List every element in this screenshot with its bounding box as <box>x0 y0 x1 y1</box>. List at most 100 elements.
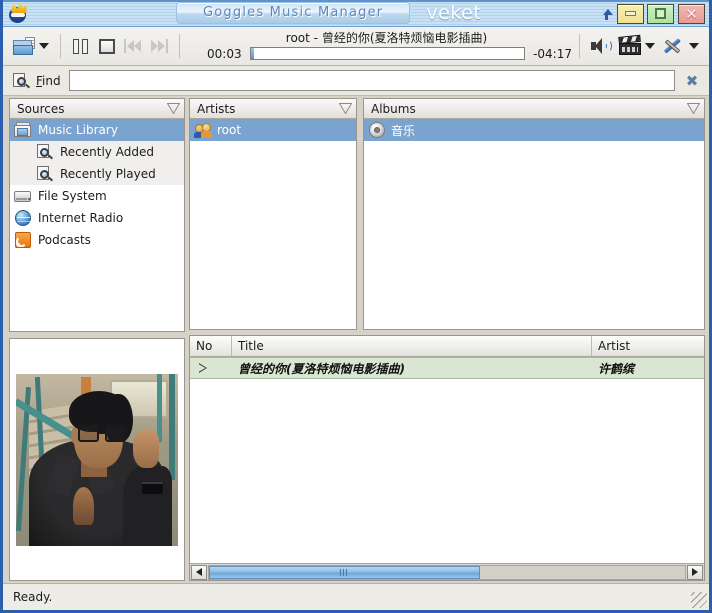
find-search-icon <box>13 72 31 89</box>
sources-header: Sources <box>10 99 184 119</box>
previous-track-button[interactable] <box>120 31 146 61</box>
sidebar-item-internet-radio[interactable]: Internet Radio <box>10 207 184 229</box>
volume-button[interactable] <box>587 31 615 61</box>
status-message: Ready. <box>13 590 53 604</box>
film-clapper-icon <box>618 34 641 55</box>
sidebar-item-music-library[interactable]: Music Library <box>10 119 184 141</box>
sources-title: Sources <box>17 101 65 116</box>
artist-people-icon <box>194 122 212 138</box>
track-artist-cell: 许鹤缤 <box>598 361 635 376</box>
pause-icon <box>73 38 89 54</box>
album-cd-icon <box>369 122 385 138</box>
shade-window-button[interactable] <box>597 4 615 24</box>
stop-icon <box>99 38 115 54</box>
sidebar-item-label: Podcasts <box>38 233 91 247</box>
speaker-volume-icon <box>591 38 612 54</box>
table-header-row: No Title Artist <box>190 336 704 357</box>
maximize-button[interactable] <box>647 3 674 24</box>
now-playing-triangle-icon <box>199 363 207 373</box>
toolbar-separator <box>60 34 61 58</box>
track-list-panel: No Title Artist 曾经的你(夏洛特烦恼电影插曲) 许鹤缤 <box>189 335 705 581</box>
sidebar-item-recently-played[interactable]: Recently Played <box>10 163 184 185</box>
file-system-icon <box>14 188 32 204</box>
albums-header: Albums <box>364 99 704 119</box>
pause-button[interactable] <box>68 31 94 61</box>
now-playing-area: root - 曾经的你(夏洛特烦恼电影插曲) 00:03 -04:17 <box>187 27 572 66</box>
resize-grip-icon[interactable] <box>691 592 707 608</box>
previous-track-icon <box>124 39 142 53</box>
filter-funnel-icon[interactable] <box>339 103 352 114</box>
left-column: Sources Music Library Recently Added Rec… <box>9 98 185 581</box>
minimize-button[interactable] <box>617 3 644 24</box>
sidebar-item-podcasts[interactable]: Podcasts <box>10 229 184 251</box>
sidebar-item-label: Internet Radio <box>38 211 124 225</box>
track-title-cell: 曾经的你(夏洛特烦恼电影插曲) <box>238 361 405 376</box>
chevron-down-icon[interactable] <box>39 43 49 49</box>
next-track-button[interactable] <box>146 31 172 61</box>
horizontal-scrollbar[interactable] <box>190 563 704 580</box>
find-bar: Find ✖ <box>3 66 709 96</box>
minimize-icon <box>625 11 636 16</box>
maximize-icon <box>655 8 666 19</box>
sidebar-item-label: File System <box>38 189 107 203</box>
list-item[interactable]: root <box>190 119 356 141</box>
sidebar-item-recently-added[interactable]: Recently Added <box>10 141 184 163</box>
sources-panel: Sources Music Library Recently Added Rec… <box>9 98 185 332</box>
filter-funnel-icon[interactable] <box>167 103 180 114</box>
clear-find-button[interactable]: ✖ <box>681 70 703 92</box>
scroll-right-button[interactable] <box>687 564 703 580</box>
open-folder-button[interactable] <box>9 31 53 61</box>
sidebar-item-label: Recently Added <box>60 145 154 159</box>
artist-name: root <box>217 123 242 137</box>
sidebar-item-file-system[interactable]: File System <box>10 185 184 207</box>
album-cover-image <box>16 373 178 546</box>
filter-funnel-icon[interactable] <box>687 103 700 114</box>
column-header-title[interactable]: Title <box>232 336 592 356</box>
main-content: Sources Music Library Recently Added Rec… <box>3 96 709 581</box>
artists-list: root <box>190 119 356 329</box>
search-input[interactable] <box>68 70 675 91</box>
table-row[interactable]: 曾经的你(夏洛特烦恼电影插曲) 许鹤缤 <box>190 357 704 379</box>
elapsed-time: 00:03 <box>207 46 242 61</box>
column-header-no[interactable]: No <box>190 336 232 356</box>
chevron-down-icon[interactable] <box>689 43 699 49</box>
close-button[interactable]: ✕ <box>678 3 705 24</box>
albums-list: 音乐 <box>364 119 704 329</box>
album-artwork-panel <box>9 338 185 581</box>
tools-menu-button[interactable] <box>659 31 703 61</box>
right-column: Artists root Albums 音乐 No Title Artist 曾… <box>189 98 705 581</box>
scroll-left-button[interactable] <box>191 564 207 580</box>
album-name: 音乐 <box>391 123 416 138</box>
column-header-artist[interactable]: Artist <box>592 336 704 356</box>
table-empty-area <box>190 379 704 563</box>
now-playing-title: root - 曾经的你(夏洛特烦恼电影插曲) <box>285 30 488 45</box>
music-library-icon <box>14 122 32 138</box>
stop-button[interactable] <box>94 31 120 61</box>
artists-title: Artists <box>197 101 236 116</box>
album-artwork-body <box>10 339 184 580</box>
open-folder-icon <box>13 36 35 56</box>
sidebar-item-label: Recently Played <box>60 167 156 181</box>
find-label: Find <box>36 74 61 88</box>
scroll-right-icon <box>692 568 698 576</box>
seek-slider[interactable] <box>249 47 526 60</box>
sidebar-item-label: Music Library <box>38 123 118 137</box>
window-controls: ✕ <box>597 0 705 27</box>
list-item[interactable]: 音乐 <box>364 119 704 141</box>
internet-radio-icon <box>14 210 32 226</box>
recently-added-icon <box>36 144 54 160</box>
application-window: Goggles Music Manager veket ✕ root - 曾经的… <box>0 0 712 613</box>
main-toolbar: root - 曾经的你(夏洛特烦恼电影插曲) 00:03 -04:17 <box>3 27 709 66</box>
bird-logo-icon[interactable] <box>6 1 32 25</box>
media-menu-button[interactable] <box>615 31 659 61</box>
chevron-down-icon[interactable] <box>645 43 655 49</box>
scrollbar-track[interactable] <box>208 564 686 580</box>
scrollbar-thumb[interactable] <box>209 565 481 579</box>
close-icon: ✕ <box>685 4 698 23</box>
window-manager-name: veket <box>426 2 482 24</box>
toolbar-separator <box>179 34 180 58</box>
toolbar-separator <box>579 34 580 58</box>
title-bar[interactable]: Goggles Music Manager veket ✕ <box>3 0 709 27</box>
status-bar: Ready. <box>3 583 709 610</box>
recently-played-icon <box>36 166 54 182</box>
